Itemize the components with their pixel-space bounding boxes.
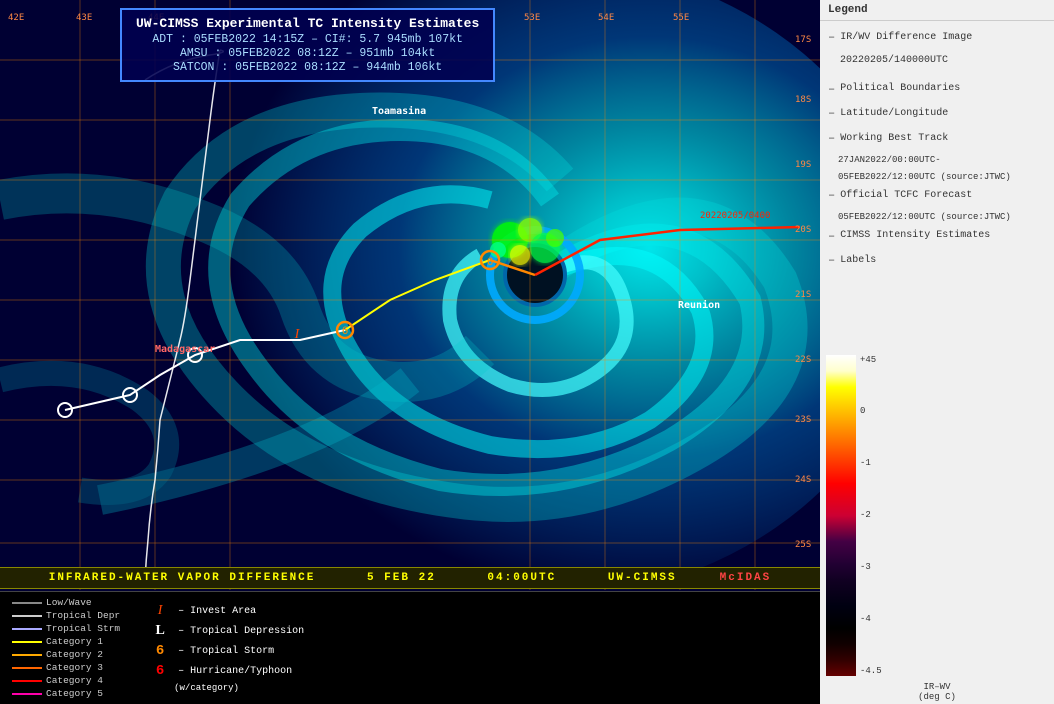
legend-color-ts xyxy=(12,628,42,630)
legend-label-low: Low/Wave xyxy=(46,597,92,608)
hurricane-label: – Hurricane/Typhoon xyxy=(178,666,292,677)
svg-text:Toamasina: Toamasina xyxy=(372,105,426,117)
right-colorbar xyxy=(826,355,856,677)
rl-latlon: – Latitude/Longitude xyxy=(828,103,1046,125)
rl-besttrack-dates: 27JAN2022/00:00UTC-05FEB2022/12:00UTC (s… xyxy=(828,152,1046,184)
invest-label: – Invest Area xyxy=(178,606,256,617)
hurricane-note: (w/category) xyxy=(174,683,304,693)
rl-cimss: – CIMSS Intensity Estimates xyxy=(828,226,1046,248)
rl-political: – Political Boundaries xyxy=(828,79,1046,101)
rl-tcfc-dates: 05FEB2022/12:00UTC (source:JTWC) xyxy=(828,209,1046,225)
invest-symbol: I xyxy=(150,603,170,619)
adt-line: ADT : 05FEB2022 14:15Z – CI#: 5.7 945mb … xyxy=(136,33,479,46)
ts-symbol: 6 xyxy=(150,643,170,659)
legend-item-cat4: Category 4 xyxy=(12,675,120,686)
svg-text:53E: 53E xyxy=(524,13,540,23)
cb-label-4: -4 xyxy=(860,614,882,624)
rl-date: 20220205/140000UTC xyxy=(828,52,1046,70)
td-symbol: L xyxy=(150,623,170,639)
svg-text:25S: 25S xyxy=(795,540,811,550)
svg-text:Reunion: Reunion xyxy=(678,299,720,311)
legend-tropical-storm: 6 – Tropical Storm xyxy=(150,643,304,659)
legend-item-td: Tropical Depr xyxy=(12,610,120,621)
rl-labels: – Labels xyxy=(828,250,1046,272)
svg-text:21S: 21S xyxy=(795,290,811,300)
svg-text:43E: 43E xyxy=(76,13,92,23)
legend-color-cat4 xyxy=(12,680,42,682)
svg-text:20S: 20S xyxy=(795,225,811,235)
legend-tropical-depression: L – Tropical Depression xyxy=(150,623,304,639)
legend-color-cat1 xyxy=(12,641,42,643)
legend-area: Low/Wave Tropical Depr Tropical Strm Cat… xyxy=(0,591,820,704)
rl-tcfc: – Official TCFC Forecast xyxy=(828,185,1046,207)
satellite-image: 6 I 6 20220205/0400 17S 18S 19S 20S 21S … xyxy=(0,0,820,590)
legend-label-cat5: Category 5 xyxy=(46,688,103,699)
legend-color-cat3 xyxy=(12,667,42,669)
svg-text:54E: 54E xyxy=(598,13,614,23)
legend-label-cat2: Category 2 xyxy=(46,649,103,660)
right-panel-title: Legend xyxy=(820,0,1054,21)
rl-besttrack: – Working Best Track xyxy=(828,128,1046,150)
legend-item-low: Low/Wave xyxy=(12,597,120,608)
legend-item-cat5: Category 5 xyxy=(12,688,120,699)
bottom-bar: INFRARED-WATER VAPOR DIFFERENCE 5 FEB 22… xyxy=(0,567,820,589)
legend-label-cat3: Category 3 xyxy=(46,662,103,673)
legend-label-cat4: Category 4 xyxy=(46,675,103,686)
right-panel: Legend – IR/WV Difference Image 20220205… xyxy=(820,0,1054,704)
ts-label: – Tropical Storm xyxy=(178,646,274,657)
cb-label-45: +45 xyxy=(860,355,882,365)
cb-label-0: 0 xyxy=(860,406,882,416)
legend-color-cat5 xyxy=(12,693,42,695)
bottom-bar-software: McIDAS xyxy=(720,572,772,584)
bottom-bar-main: INFRARED-WATER VAPOR DIFFERENCE 5 FEB 22… xyxy=(49,572,720,584)
cb-label-2: -2 xyxy=(860,510,882,520)
satcon-line: SATCON : 05FEB2022 08:12Z – 944mb 106kt xyxy=(136,61,479,74)
legend-color-low xyxy=(12,602,42,604)
svg-text:20220205/0400: 20220205/0400 xyxy=(700,211,770,221)
cb-label-1: -1 xyxy=(860,458,882,468)
hurricane-symbol: 6 xyxy=(150,663,170,679)
svg-text:42E: 42E xyxy=(8,13,24,23)
map-area: 6 I 6 20220205/0400 17S 18S 19S 20S 21S … xyxy=(0,0,820,704)
svg-text:19S: 19S xyxy=(795,160,811,170)
svg-text:18S: 18S xyxy=(795,95,811,105)
td-label: – Tropical Depression xyxy=(178,626,304,637)
svg-text:24S: 24S xyxy=(795,475,811,485)
right-colorbar-labels: +45 0 -1 -2 -3 -4 -4.5 xyxy=(856,355,882,677)
svg-text:6: 6 xyxy=(342,325,348,337)
svg-text:17S: 17S xyxy=(795,35,811,45)
legend-symbols: I – Invest Area L – Tropical Depression … xyxy=(150,603,304,693)
legend-item-cat2: Category 2 xyxy=(12,649,120,660)
legend-item-cat1: Category 1 xyxy=(12,636,120,647)
main-container: 6 I 6 20220205/0400 17S 18S 19S 20S 21S … xyxy=(0,0,1054,704)
legend-label-ts: Tropical Strm xyxy=(46,623,120,634)
legend-item-cat3: Category 3 xyxy=(12,662,120,673)
amsu-line: AMSU : 05FEB2022 08:12Z – 951mb 104kt xyxy=(136,47,479,60)
svg-text:6: 6 xyxy=(487,256,493,268)
right-legend-list: – IR/WV Difference Image 20220205/140000… xyxy=(820,21,1054,355)
info-box: UW-CIMSS Experimental TC Intensity Estim… xyxy=(120,8,495,82)
legend-label-td: Tropical Depr xyxy=(46,610,120,621)
legend-color-td xyxy=(12,615,42,617)
cb-label-3: -3 xyxy=(860,562,882,572)
svg-text:23S: 23S xyxy=(795,415,811,425)
info-title: UW-CIMSS Experimental TC Intensity Estim… xyxy=(136,16,479,31)
legend-item-ts: Tropical Strm xyxy=(12,623,120,634)
legend-label-cat1: Category 1 xyxy=(46,636,103,647)
legend-lines: Low/Wave Tropical Depr Tropical Strm Cat… xyxy=(12,597,120,699)
svg-text:55E: 55E xyxy=(673,13,689,23)
colorbar-title: IR–WV(deg C) xyxy=(820,680,1054,704)
legend-color-cat2 xyxy=(12,654,42,656)
legend-invest: I – Invest Area xyxy=(150,603,304,619)
legend-hurricane: 6 – Hurricane/Typhoon xyxy=(150,663,304,679)
cb-label-45neg: -4.5 xyxy=(860,666,882,676)
right-colorbar-section: +45 0 -1 -2 -3 -4 -4.5 xyxy=(820,355,1054,681)
rl-irwv: – IR/WV Difference Image xyxy=(828,27,1046,49)
svg-text:Madagascar: Madagascar xyxy=(155,344,215,355)
svg-text:22S: 22S xyxy=(795,355,811,365)
